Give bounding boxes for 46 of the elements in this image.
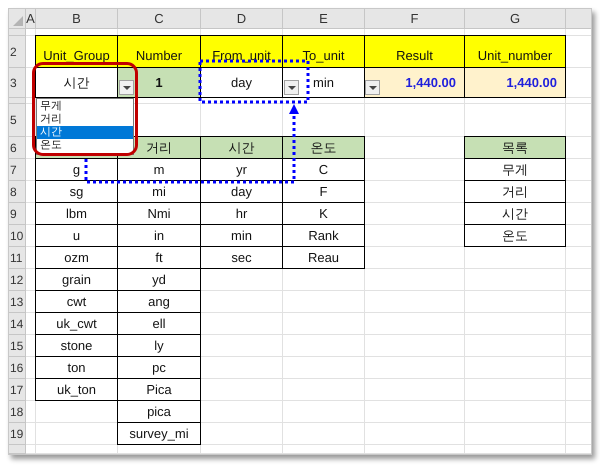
table-cell: Number [117,35,201,68]
column-header[interactable]: E [283,9,365,29]
row-header[interactable]: 8 [9,181,26,203]
table-cell: 시간 [200,136,283,159]
row-header[interactable]: 7 [9,159,26,181]
dropdown-option[interactable]: 무게 [37,100,133,113]
table-cell: 1,440.00 [464,67,566,98]
row-header[interactable]: 13 [9,291,26,313]
row-header[interactable]: 19 [9,423,26,445]
row-header[interactable]: 3 [9,68,26,98]
column-header[interactable]: C [118,9,201,29]
table-cell: From_unit [200,35,283,68]
table-cell: 거리 [464,180,566,203]
table-cell: survey_mi [117,422,201,445]
table-cell: To_unit [282,35,365,68]
row-header[interactable]: 11 [9,247,26,269]
table-cell: Reau [282,246,365,269]
table-cell: 온도 [282,136,365,159]
row-header[interactable]: 9 [9,203,26,225]
table-cell: Unit_number [464,35,566,68]
column-header[interactable]: G [465,9,566,29]
column-header[interactable]: D [201,9,283,29]
row-header[interactable]: 17 [9,379,26,401]
table-cell: 시간 [35,67,118,98]
row-header[interactable]: 14 [9,313,26,335]
table-cell: 목록 [464,136,566,159]
row-header[interactable]: 16 [9,357,26,379]
column-header[interactable]: A [26,9,36,29]
table-cell: uk_ton [35,378,118,401]
table-cell: 1,440.00 [364,67,465,98]
table-cell: 시간 [464,202,566,225]
row-header[interactable]: 12 [9,269,26,291]
dropdown-option[interactable]: 거리 [37,113,133,126]
column-header[interactable]: F [365,9,465,29]
table-cell: Result [364,35,465,68]
dropdown-option[interactable]: 시간 [37,126,133,139]
row-header[interactable]: 15 [9,335,26,357]
column-header[interactable]: B [36,9,118,29]
row-header[interactable]: 10 [9,225,26,247]
table-cell: pica [117,400,201,423]
row-header[interactable]: 18 [9,401,26,423]
row-header[interactable]: 5 [9,104,26,137]
row-header[interactable]: 2 [9,36,26,68]
table-cell: 온도 [464,224,566,247]
row-header[interactable]: 6 [9,137,26,159]
table-cell: 무게 [464,158,566,181]
